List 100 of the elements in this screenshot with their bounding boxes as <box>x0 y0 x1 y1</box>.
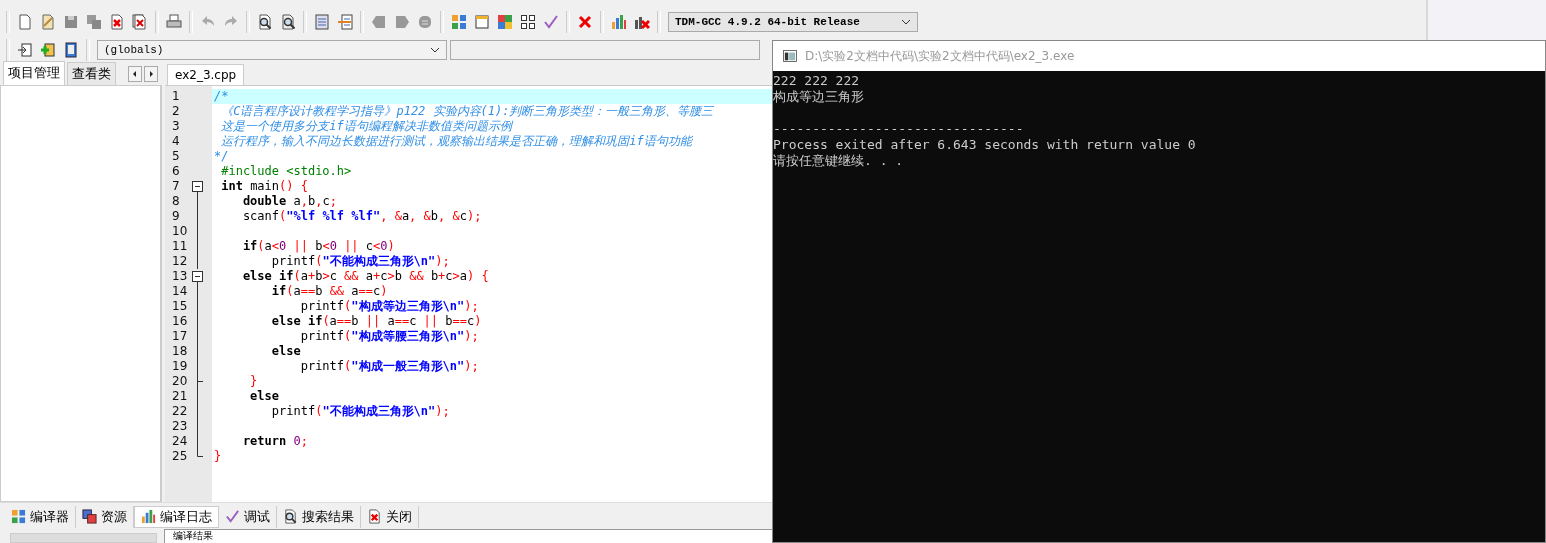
save-all-icon[interactable] <box>86 14 102 30</box>
close-document-icon[interactable] <box>109 14 125 30</box>
code-line: printf("构成等边三角形\n"); <box>299 299 479 313</box>
list-panel-icon[interactable] <box>314 14 330 30</box>
chart-delete-icon[interactable] <box>634 14 650 30</box>
code-line: */ <box>214 149 229 163</box>
line-number: 16 <box>171 314 189 329</box>
chevron-down-icon <box>901 19 911 25</box>
bookmark-icon[interactable] <box>394 14 410 30</box>
close-document-icon <box>367 509 382 524</box>
add-icon[interactable] <box>40 42 56 58</box>
chevron-down-icon <box>430 47 440 53</box>
code-line: } <box>249 374 258 388</box>
line-number: 4 <box>171 134 181 149</box>
code-line: 运行程序，输入不同边长数据进行测试，观察输出结果是否正确，理解和巩固if语句功能 <box>220 134 692 148</box>
window-title: D:\实验2文档中代码\实验2文档中代码\ex2_3.exe <box>805 47 1075 65</box>
line-number: 9 <box>171 209 181 224</box>
line-number: 20 <box>171 374 189 389</box>
code-line: /* <box>214 89 229 103</box>
line-number: 14 <box>171 284 189 299</box>
code-line: else <box>249 389 280 403</box>
scope-dropdown[interactable]: (globals) <box>97 40 447 60</box>
console-app-icon <box>783 50 797 62</box>
code-line: if(a<0 || b<0 || c<0) <box>241 239 395 253</box>
squares-icon <box>82 509 97 524</box>
line-number: 7 <box>171 179 181 194</box>
console-output: Process exited after 6.643 seconds with return value 0 <box>773 137 1197 153</box>
code-line: #include <stdio.h> <box>220 164 352 178</box>
line-number: 11 <box>171 239 189 254</box>
fold-toggle-icon[interactable] <box>192 269 204 284</box>
bookmark-icon[interactable] <box>371 14 387 30</box>
checkmark-icon[interactable] <box>543 14 559 30</box>
search-icon <box>283 509 298 524</box>
line-number: 25 <box>171 449 189 464</box>
code-line: 《C语言程序设计教程学习指导》p122 实验内容(1):判断三角形类型：一般三角形、等腰三 <box>220 104 714 118</box>
code-line: } <box>214 449 222 463</box>
replace-icon[interactable] <box>280 14 296 30</box>
save-icon[interactable] <box>63 14 79 30</box>
split-panel-icon[interactable] <box>337 14 353 30</box>
code-line: else if(a+b>c && a+c>b && b+c>a) { <box>241 269 489 283</box>
output-tab[interactable]: 调试 <box>219 505 277 528</box>
search-icon[interactable] <box>257 14 273 30</box>
line-number: 12 <box>171 254 189 269</box>
checkmark-icon <box>225 509 240 524</box>
code-line: 这是一个使用多分支if语句编程解决非数值类问题示例 <box>220 119 512 133</box>
line-number: 21 <box>171 389 189 404</box>
printer-icon[interactable] <box>166 14 182 30</box>
line-number: 6 <box>171 164 181 179</box>
output-tab[interactable]: 搜索结果 <box>277 505 361 528</box>
console-output: 222 222 222 <box>773 73 861 89</box>
bar-chart-icon[interactable] <box>611 14 627 30</box>
close-all-icon[interactable] <box>132 14 148 30</box>
code-line: int main() { <box>220 179 308 193</box>
line-number: 5 <box>171 149 181 164</box>
grid-icon <box>11 509 26 524</box>
window-icon[interactable] <box>474 14 490 30</box>
code-line: printf("构成一般三角形\n"); <box>299 359 479 373</box>
grid-icon[interactable] <box>520 14 536 30</box>
document-icon[interactable] <box>17 14 33 30</box>
line-number: 22 <box>171 404 189 419</box>
code-line: else if(a==b || a==c || b==c) <box>270 314 482 328</box>
line-number: 3 <box>171 119 181 134</box>
code-line: scanf("%lf %lf %lf", &a, &b, &c); <box>241 209 482 223</box>
folder-document-icon[interactable] <box>40 14 56 30</box>
fold-toggle-icon[interactable] <box>192 179 204 194</box>
output-tab[interactable]: 资源 <box>76 505 134 528</box>
line-number: 24 <box>171 434 189 449</box>
tiles-icon[interactable] <box>497 14 513 30</box>
line-number: 13 <box>171 269 189 284</box>
scroll-right-icon[interactable] <box>144 66 158 82</box>
code-line: printf("不能构成三角形\n"); <box>270 254 450 268</box>
book-icon[interactable] <box>63 42 79 58</box>
line-number: 19 <box>171 359 189 374</box>
function-dropdown[interactable] <box>450 40 760 60</box>
line-number: 18 <box>171 344 189 359</box>
line-number: 23 <box>171 419 189 434</box>
document-arrow-icon[interactable] <box>17 42 33 58</box>
code-line: printf("不能构成三角形\n"); <box>270 404 450 418</box>
line-number: 15 <box>171 299 189 314</box>
code-line: return 0; <box>241 434 308 448</box>
line-number: 17 <box>171 329 189 344</box>
file-tab[interactable]: ex2_3.cpp <box>167 64 245 85</box>
line-number: 10 <box>171 224 189 239</box>
code-line: else <box>270 344 301 358</box>
panel-tab[interactable]: 查看类 <box>67 62 116 85</box>
code-line: if(a==b && a==c) <box>270 284 388 298</box>
output-tab[interactable]: 编译日志 <box>134 505 219 528</box>
output-tab[interactable]: 编译器 <box>5 505 76 528</box>
console-output: 构成等边三角形 <box>773 89 865 105</box>
close-icon[interactable] <box>577 14 593 30</box>
scroll-left-icon[interactable] <box>128 66 142 82</box>
bar-chart-icon <box>141 509 156 524</box>
panel-tab[interactable]: 项目管理 <box>3 61 65 85</box>
line-number: 1 <box>171 89 181 104</box>
console-output: -------------------------------- <box>773 121 1025 137</box>
output-tab[interactable]: 关闭 <box>361 505 419 528</box>
code-line: double a,b,c; <box>241 194 337 208</box>
line-number: 8 <box>171 194 181 209</box>
line-number: 2 <box>171 104 181 119</box>
compiler-dropdown[interactable]: TDM-GCC 4.9.2 64-bit Release <box>668 12 918 32</box>
